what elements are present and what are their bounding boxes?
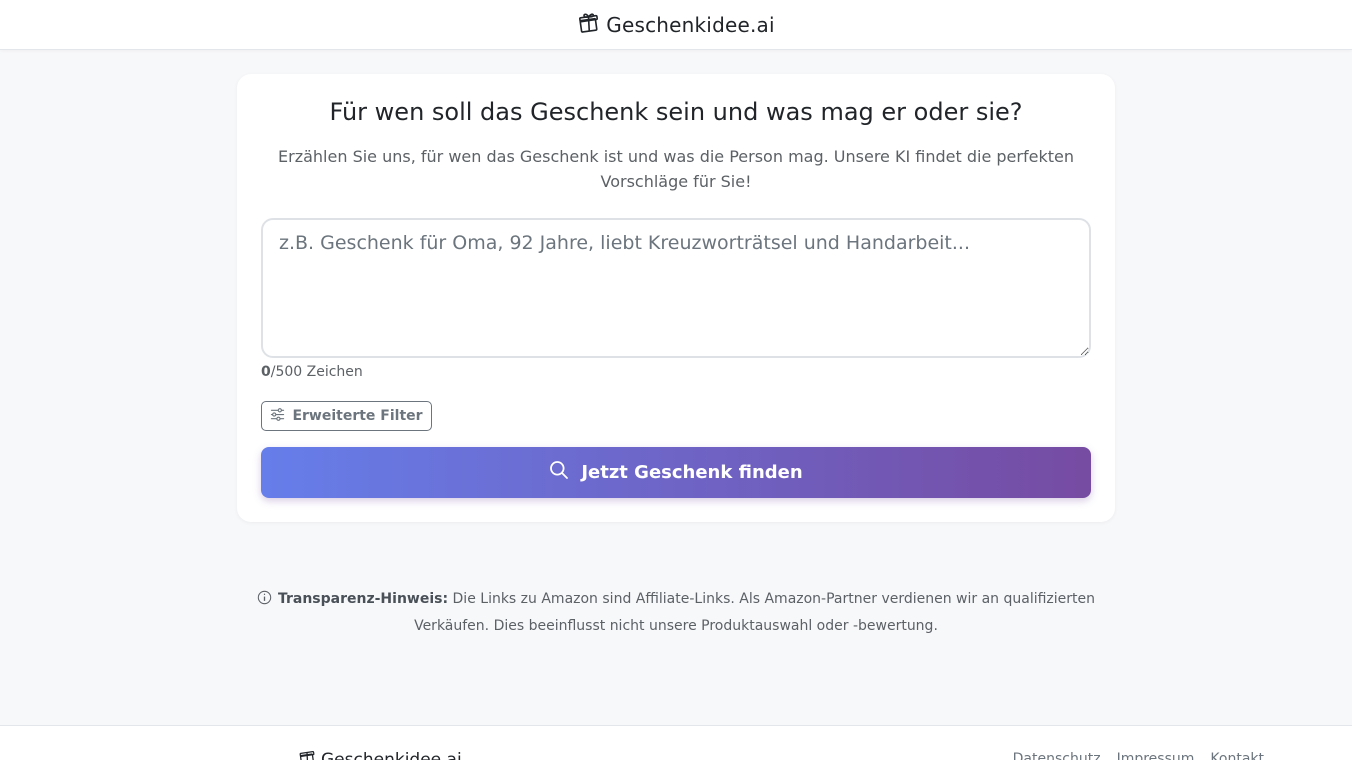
advanced-filter-button[interactable]: Erweiterte Filter (261, 401, 432, 431)
footer-brand-link[interactable]: Geschenkidee.ai (298, 748, 462, 760)
gift-box-icon (298, 748, 316, 760)
search-icon (549, 460, 569, 485)
page-footer: Geschenkidee.ai Datenschutz Impressum Ko… (0, 725, 1352, 760)
affiliate-notice: Transparenz-Hinweis: Die Links zu Amazon… (237, 587, 1115, 639)
footer-links: Datenschutz Impressum Kontakt (1013, 751, 1264, 760)
footer-link-datenschutz[interactable]: Datenschutz (1013, 751, 1101, 760)
gift-search-card: Für wen soll das Geschenk sein und was m… (237, 74, 1115, 522)
brand-name: Geschenkidee.ai (606, 12, 775, 37)
sliders-icon (270, 407, 285, 426)
notice-text: Die Links zu Amazon sind Affiliate-Links… (414, 591, 1096, 634)
footer-brand-name: Geschenkidee.ai (321, 749, 462, 760)
character-counter: 0/500 Zeichen (261, 364, 363, 380)
top-navbar: Geschenkidee.ai (0, 0, 1352, 50)
gift-box-icon (577, 11, 600, 38)
find-gift-button[interactable]: Jetzt Geschenk finden (261, 447, 1091, 498)
advanced-filter-label: Erweiterte Filter (292, 408, 423, 424)
footer-link-kontakt[interactable]: Kontakt (1210, 751, 1264, 760)
page-title: Für wen soll das Geschenk sein und was m… (329, 98, 1023, 126)
page-subtitle: Erzählen Sie uns, für wen das Geschenk i… (278, 147, 1074, 191)
gift-description-input[interactable] (261, 218, 1091, 358)
info-circle-icon (257, 589, 272, 614)
find-gift-label: Jetzt Geschenk finden (581, 462, 803, 483)
notice-title: Transparenz-Hinweis: (277, 591, 449, 607)
character-limit: /500 Zeichen (270, 364, 363, 380)
footer-link-impressum[interactable]: Impressum (1117, 751, 1195, 760)
character-count: 0 (261, 364, 271, 380)
brand-link[interactable]: Geschenkidee.ai (577, 11, 775, 38)
